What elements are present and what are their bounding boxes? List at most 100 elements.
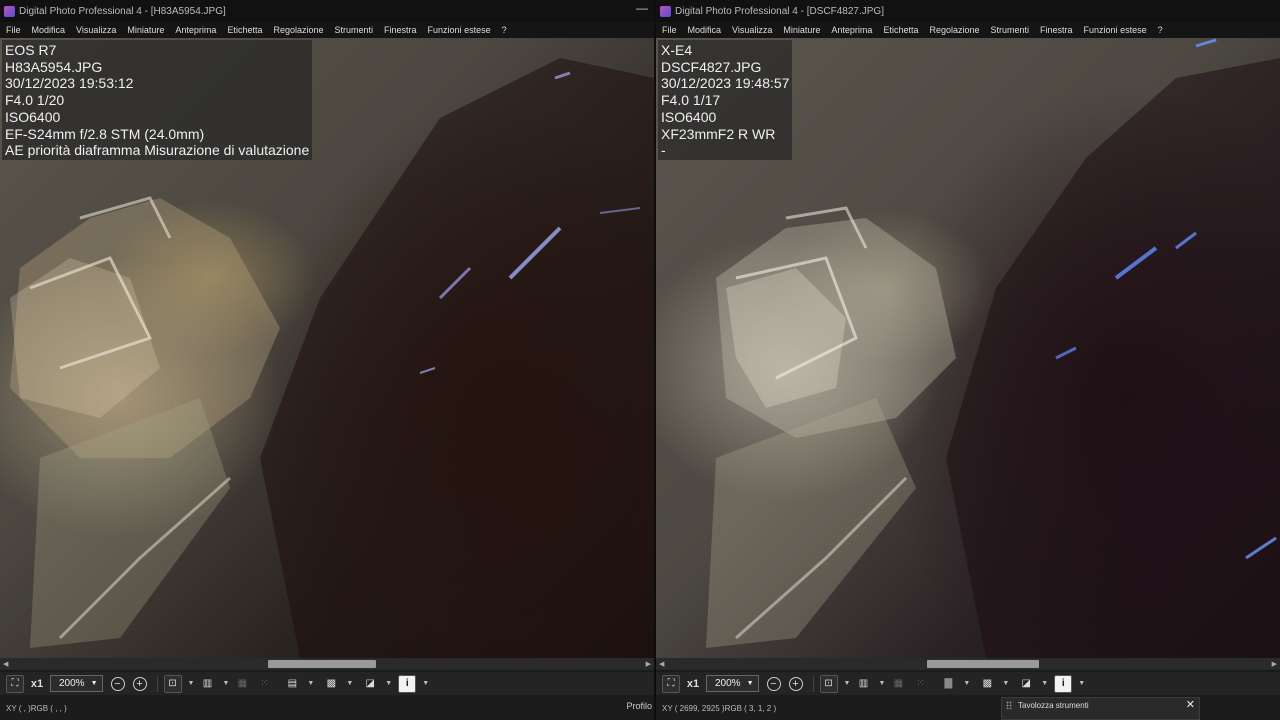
scroll-left-arrow-icon[interactable]: ◀ [659, 660, 664, 668]
right-scroll-thumb[interactable] [926, 660, 1039, 668]
exif-lens: EF-S24mm f/2.8 STM (24.0mm) [5, 125, 205, 142]
scroll-left-arrow-icon[interactable]: ◀ [3, 660, 8, 668]
dust-icon[interactable]: ⁙ [911, 675, 929, 693]
chevron-down-icon[interactable]: ▼ [1041, 680, 1048, 687]
chevron-down-icon[interactable]: ▼ [346, 680, 353, 687]
exif-datetime: 30/12/2023 19:53:12 [5, 75, 134, 92]
menu-help[interactable]: ? [502, 25, 507, 35]
right-titlebar: Digital Photo Professional 4 - [DSCF4827… [656, 0, 1280, 22]
left-menubar: File Modifica Visualizza Miniature Antep… [0, 22, 654, 38]
menu-miniature[interactable]: Miniature [127, 25, 164, 35]
chevron-down-icon[interactable]: ▼ [844, 680, 851, 687]
chevron-down-icon: ▼ [90, 680, 98, 687]
menu-modifica[interactable]: Modifica [32, 25, 66, 35]
chevron-down-icon[interactable]: ▼ [188, 680, 195, 687]
left-titlebar: Digital Photo Professional 4 - [H83A5954… [0, 0, 654, 22]
menu-finestra[interactable]: Finestra [1040, 25, 1073, 35]
fit-window-icon[interactable]: ⛶ [6, 674, 24, 693]
menu-file[interactable]: File [662, 25, 677, 35]
af-point-icon[interactable]: ⊡ [163, 674, 182, 693]
menu-miniature[interactable]: Miniature [783, 25, 820, 35]
zoom-factor-button[interactable]: x1 [28, 675, 46, 693]
left-window-title: Digital Photo Professional 4 - [H83A5954… [19, 5, 226, 17]
zoom-level-select[interactable]: 200% ▼ [50, 675, 103, 692]
right-window: Digital Photo Professional 4 - [DSCF4827… [656, 0, 1280, 720]
menu-anteprima[interactable]: Anteprima [175, 25, 216, 35]
zoom-level-select[interactable]: 200% ▼ [706, 675, 759, 692]
menu-modifica[interactable]: Modifica [688, 25, 722, 35]
profile-label: Profilo [626, 701, 652, 711]
right-window-title: Digital Photo Professional 4 - [DSCF4827… [675, 5, 884, 17]
af-point-icon[interactable]: ⊡ [819, 674, 838, 693]
color-adjust-icon[interactable]: ◪ [1017, 675, 1035, 693]
color-adjust-icon[interactable]: ◪ [361, 675, 379, 693]
exif-filename: DSCF4827.JPG [661, 58, 762, 75]
left-horizontal-scrollbar[interactable]: ◀ ▶ [0, 658, 654, 670]
left-image-viewer[interactable]: EOS R7 H83A5954.JPG 30/12/2023 19:53:12 … [0, 38, 654, 658]
menu-funzioni-estese[interactable]: Funzioni estese [428, 25, 491, 35]
tool-palette[interactable]: Tavolozza strumenti ✕ [1001, 697, 1200, 720]
menu-file[interactable]: File [6, 25, 21, 35]
compare-icon[interactable]: ▦ [233, 675, 251, 693]
minimize-button[interactable]: — [636, 2, 648, 15]
menu-visualizza[interactable]: Visualizza [732, 25, 772, 35]
chevron-down-icon[interactable]: ▼ [222, 680, 229, 687]
right-image-viewer[interactable]: X-E4 DSCF4827.JPG 30/12/2023 19:48:57 F4… [656, 38, 1280, 658]
menu-regolazione[interactable]: Regolazione [929, 25, 979, 35]
menu-anteprima[interactable]: Anteprima [831, 25, 872, 35]
chevron-down-icon[interactable]: ▼ [385, 680, 392, 687]
zoom-in-icon[interactable]: + [132, 676, 147, 691]
zoom-in-icon[interactable]: + [788, 676, 803, 691]
exif-exposure: F4.0 1/20 [5, 92, 65, 109]
dust-icon[interactable]: ⁙ [255, 675, 273, 693]
exif-datetime: 30/12/2023 19:48:57 [661, 75, 790, 92]
menu-visualizza[interactable]: Visualizza [76, 25, 116, 35]
chevron-down-icon[interactable]: ▼ [1002, 680, 1009, 687]
zoom-level-value: 200% [59, 678, 85, 689]
menu-regolazione[interactable]: Regolazione [273, 25, 323, 35]
menu-strumenti[interactable]: Strumenti [991, 25, 1030, 35]
chevron-down-icon[interactable]: ▼ [1078, 680, 1085, 687]
highlight-warning-icon[interactable]: ▩ [978, 675, 996, 693]
menu-funzioni-estese[interactable]: Funzioni estese [1084, 25, 1147, 35]
left-window: Digital Photo Professional 4 - [H83A5954… [0, 0, 654, 720]
menu-help[interactable]: ? [1158, 25, 1163, 35]
info-icon[interactable]: i [1054, 674, 1073, 693]
drag-handle-icon[interactable] [1006, 701, 1012, 709]
close-icon[interactable]: ✕ [1186, 698, 1195, 711]
scroll-right-arrow-icon[interactable]: ▶ [646, 660, 651, 668]
zoom-factor-button[interactable]: x1 [684, 675, 702, 693]
layout-icon[interactable]: ▥ [198, 675, 216, 693]
highlight-warning-icon[interactable]: ▩ [322, 675, 340, 693]
exif-lens: XF23mmF2 R WR [661, 125, 776, 142]
chevron-down-icon[interactable]: ▼ [878, 680, 885, 687]
chevron-down-icon[interactable]: ▼ [963, 680, 970, 687]
info-icon[interactable]: i [398, 674, 417, 693]
compare-icon[interactable]: ▦ [889, 675, 907, 693]
grid-icon[interactable]: ▤ [283, 675, 301, 693]
chevron-down-icon[interactable]: ▼ [307, 680, 314, 687]
zoom-level-value: 200% [715, 678, 741, 689]
zoom-out-icon[interactable]: − [110, 676, 125, 691]
exif-iso: ISO6400 [5, 108, 61, 125]
chevron-down-icon[interactable]: ▼ [422, 680, 429, 687]
menu-strumenti[interactable]: Strumenti [335, 25, 374, 35]
menu-etichetta[interactable]: Etichetta [883, 25, 918, 35]
layout-icon[interactable]: ▥ [854, 675, 872, 693]
zoom-out-icon[interactable]: − [766, 676, 781, 691]
exif-mode: - [661, 142, 666, 159]
left-toolbar: ⛶ x1 200% ▼ − + ⊡ ▼ ▥ ▼ ▦ ⁙ ▤ ▼ ▩ ▼ ◪ ▼ i ▼ [0, 672, 654, 695]
grid-icon[interactable]: ▇ [939, 675, 957, 693]
left-scroll-thumb[interactable] [267, 660, 376, 668]
right-horizontal-scrollbar[interactable]: ◀ ▶ [656, 658, 1280, 670]
exif-exposure: F4.0 1/17 [661, 92, 721, 109]
app-icon [4, 5, 15, 17]
fit-window-icon[interactable]: ⛶ [662, 674, 680, 693]
menu-etichetta[interactable]: Etichetta [227, 25, 262, 35]
menu-finestra[interactable]: Finestra [384, 25, 417, 35]
toolbar-separator [812, 675, 814, 692]
app-icon [660, 5, 671, 17]
tool-palette-titlebar[interactable]: Tavolozza strumenti [1002, 698, 1199, 712]
scroll-right-arrow-icon[interactable]: ▶ [1272, 660, 1277, 668]
right-pixel-readout: XY ( 2699, 2925 )RGB ( 3, 1, 2 ) [662, 704, 777, 713]
